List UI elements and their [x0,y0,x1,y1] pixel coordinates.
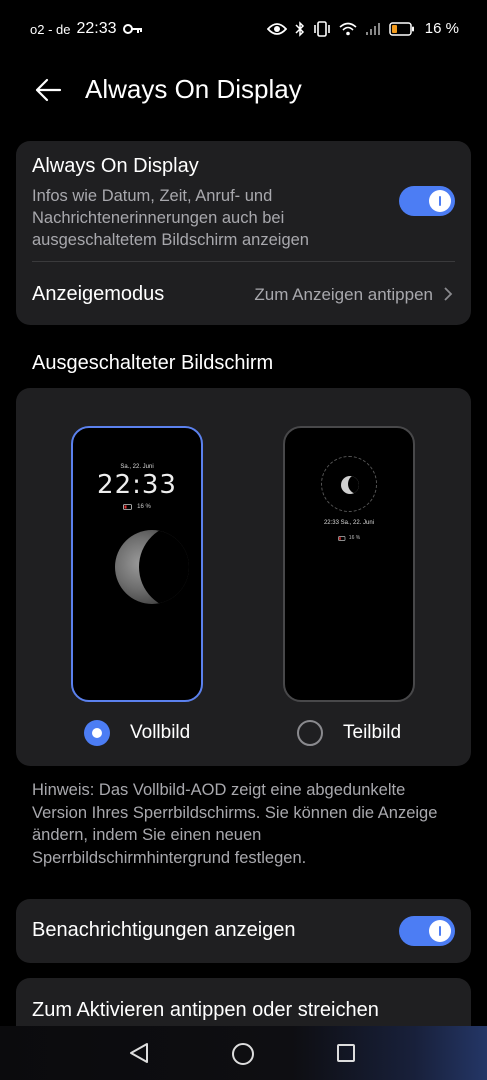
bluetooth-icon [295,20,305,37]
display-mode-value: Zum Anzeigen antippen [254,285,433,304]
aod-title: Always On Display [32,155,199,177]
aod-description: Infos wie Datum, Zeit, Anruf- und Nachri… [32,187,309,249]
vibrate-icon [313,20,331,37]
fullscreen-preview[interactable]: Sa., 22. Juni 22:33 16 % [71,426,203,702]
status-bar: o2 - de 22:33 16 % [0,0,487,60]
notifications-label: Benachrichtigungen anzeigen [32,919,296,941]
signal-icon [365,22,381,36]
radio-selected[interactable] [84,720,110,746]
moon-wallpaper-image [115,530,189,604]
toggle-knob [429,920,451,942]
back-button[interactable] [28,72,68,108]
key-icon [122,23,143,35]
notifications-toggle[interactable] [399,916,455,946]
navigation-bar [0,1026,487,1080]
battery-icon [337,535,346,541]
toggle-knob [429,190,451,212]
divider [32,261,455,262]
preview-battery: 16 % [285,535,413,541]
eye-icon [266,22,287,36]
tap-activate-label: Zum Aktivieren antippen oder streichen [32,999,379,1021]
preview-battery-text: 16 % [137,504,151,510]
screen-section-title: Ausgeschalteter Bildschirm [32,352,274,374]
page-title: Always On Display [85,74,302,104]
nav-back-icon[interactable] [128,1042,150,1064]
preview-time-date: 22:33 Sa., 22. Juni [323,520,375,526]
display-mode-label: Anzeigemodus [32,283,165,305]
hint-text: Hinweis: Das Vollbild-AOD zeigt eine abg… [32,781,438,867]
wifi-icon [339,22,357,36]
preview-time: 22:33 [97,470,177,500]
nav-home-icon[interactable] [231,1042,255,1066]
partial-preview[interactable]: 22:33 Sa., 22. Juni 16 % [283,426,415,702]
preview-battery: 16 % [73,504,201,510]
option-vollbild[interactable]: Vollbild [84,720,190,746]
carrier-label: o2 - de [30,21,71,37]
battery-icon [123,504,133,510]
notifications-card[interactable]: Benachrichtigungen anzeigen [16,899,471,963]
chevron-right-icon [443,286,453,302]
option-label: Vollbild [130,722,191,743]
moon-icon [341,476,359,494]
battery-icon [389,21,415,36]
preview-battery-text: 16 % [348,535,361,541]
radio-unselected[interactable] [297,720,323,746]
app-header: Always On Display [0,60,487,120]
aod-toggle[interactable] [399,186,455,216]
clock-circle [321,456,377,512]
option-label: Teilbild [343,722,402,743]
aod-settings-card: Always On Display Infos wie Datum, Zeit,… [16,141,471,325]
battery-percent: 16 % [424,20,459,37]
arrow-left-icon [34,78,62,102]
status-time: 22:33 [76,20,117,37]
screen-style-card: Sa., 22. Juni 22:33 16 % 22:33 Sa., 22. … [16,388,471,766]
nav-recent-icon[interactable] [336,1043,356,1063]
option-teilbild[interactable]: Teilbild [297,720,401,746]
